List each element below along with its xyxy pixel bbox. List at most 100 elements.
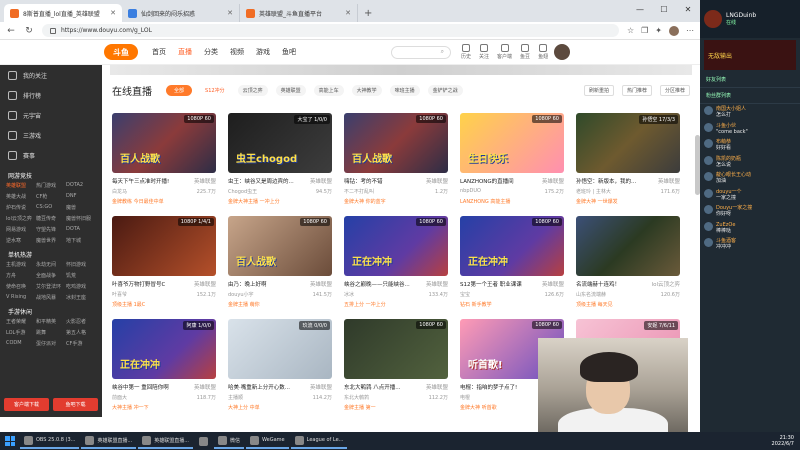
sidebar-item-follow[interactable]: 我的关注 xyxy=(0,65,102,85)
nav-yuba[interactable]: 鱼吧 xyxy=(282,47,296,57)
sidebar-category-link[interactable]: 永劫无间 xyxy=(36,261,66,268)
close-tab-icon[interactable]: ✕ xyxy=(110,9,116,17)
streamer-name[interactable]: 老班玲 | 主林大 xyxy=(576,188,611,195)
sidebar-category-link[interactable]: DOTA xyxy=(66,226,96,233)
chat-message[interactable]: 斗鱼酒客 冲冲冲 xyxy=(700,236,800,253)
sidebar-category-link[interactable]: CS:GO xyxy=(36,204,66,211)
sidebar-category-link[interactable]: 逆水寒 xyxy=(6,237,36,244)
filter-chip[interactable]: 大神教学 xyxy=(351,84,382,96)
sidebar-category-link[interactable]: 吃鸡游戏 xyxy=(66,283,96,290)
stream-title[interactable]: 每天下午三点准时开播! xyxy=(112,177,169,185)
sidebar-category-link[interactable]: 怀旧游戏 xyxy=(66,261,96,268)
chat-message[interactable]: 陈凯的奶瓶 怎么说 xyxy=(700,154,800,171)
taskbar-app[interactable]: 微信 xyxy=(214,433,245,449)
stream-title[interactable]: S12第一个王者 职业课课 xyxy=(460,280,522,288)
sidebar-category-link[interactable]: lol云顶之弈 xyxy=(6,215,36,222)
streamer-name[interactable]: 不二不打乱叫 xyxy=(344,188,374,195)
sidebar-category-link[interactable]: 蛋仔派对 xyxy=(36,340,66,347)
sidebar-category-link[interactable]: CF手游 xyxy=(66,340,96,347)
stream-card[interactable]: 虫王chogod 大宝了 1/0/0 虫王：峡谷又是周边宾的... 英雄联盟 Chogo… xyxy=(228,113,332,216)
streamer-name[interactable]: 白龙马 xyxy=(112,188,127,195)
stream-card[interactable]: 正在冲冲 阿康 1/0/0 峡谷中第一 重回陪你啊 英雄联盟 前面大 118.7万 大神主播… xyxy=(112,319,216,422)
streamer-name[interactable]: Chogod虫王 xyxy=(228,188,257,195)
new-tab-button[interactable]: + xyxy=(358,4,378,22)
filter-chip[interactable]: S12冲分 xyxy=(200,85,230,96)
sidebar-category-link[interactable]: 网易游戏 xyxy=(6,226,36,233)
stream-card[interactable]: 生日快乐 1080P 60 LANZHONG的直播间 英雄联盟 nbpDUO 175.2万… xyxy=(460,113,564,216)
search-input[interactable]: ⌕ xyxy=(391,45,451,59)
sidebar-category-link[interactable]: LOL手游 xyxy=(6,329,36,336)
stream-thumbnail[interactable]: 百人战歌 1080P 60 xyxy=(112,113,216,173)
sidebar-category-link[interactable]: 糖豆传奇 xyxy=(36,215,66,222)
sidebar-category-link[interactable]: CODM xyxy=(6,340,36,347)
stream-card[interactable]: 百人战歌 1080P 60 嗨钻：考的不错 英雄联盟 不二不打乱叫 1.2万 金牌大神 你的… xyxy=(344,113,448,216)
zone-recommend-button[interactable]: 分区推荐 xyxy=(659,84,690,96)
sidebar-category-link[interactable]: 方舟 xyxy=(6,272,36,279)
sidebar-category-link[interactable]: 全面战争 xyxy=(36,272,66,279)
sidebar-category-link[interactable]: 使命召唤 xyxy=(6,283,36,290)
taskbar-app[interactable]: League of Le... xyxy=(290,433,348,449)
sidebar-category-link[interactable]: 跳舞 xyxy=(36,329,66,336)
streamer-name[interactable]: 前面大 xyxy=(112,394,127,401)
nav-home[interactable]: 首页 xyxy=(152,47,166,57)
streamer-name[interactable]: 山东名流端赫 xyxy=(576,291,606,298)
stream-title[interactable]: 由乃：晚上好啊 xyxy=(228,280,267,288)
stream-category[interactable]: lol云顶之弈 xyxy=(652,280,680,288)
stream-card[interactable]: 孙悟空 17/3/3 孙悟空：新版本，我的... 英雄联盟 老班玲 | 主林大 171.… xyxy=(576,113,680,216)
chat-message[interactable]: 斗鱼小伙 "come back" xyxy=(700,121,800,138)
stream-card[interactable]: 百人战歌 1080P 60 由乃：晚上好啊 英雄联盟 douyu小宇 141.5万 金牌主播… xyxy=(228,216,332,319)
sidebar-category-link[interactable]: 守望先锋 xyxy=(36,226,66,233)
chat-message[interactable]: 南国大小姐人 怎么打 xyxy=(700,104,800,121)
sidebar-category-link[interactable]: 艾尔登法环 xyxy=(36,283,66,290)
minimize-icon[interactable]: — xyxy=(628,0,652,18)
stream-thumbnail[interactable]: 百人战歌 1080P 60 xyxy=(228,216,332,276)
url-field[interactable]: https://www.douyu.com/g_LOL xyxy=(42,24,619,37)
sidebar-category-link[interactable]: CF枪 xyxy=(36,193,66,200)
stream-category[interactable]: 英雄联盟 xyxy=(542,177,564,185)
streamer-name[interactable]: douyu小宇 xyxy=(228,291,254,298)
history-button[interactable]: 历史 xyxy=(461,44,471,60)
search-icon[interactable]: ⌕ xyxy=(441,48,444,56)
close-window-icon[interactable]: ✕ xyxy=(676,0,700,18)
stream-category[interactable]: 英雄联盟 xyxy=(310,177,332,185)
sidebar-category-link[interactable]: DNF xyxy=(66,193,96,200)
chat-message[interactable]: Douyu一家之撞 你好呀 xyxy=(700,203,800,220)
star-icon[interactable]: ☆ xyxy=(627,26,634,36)
stream-title[interactable]: 电棍：指咱的梦子点了! xyxy=(460,383,517,391)
taskbar-app[interactable]: WeGame xyxy=(246,433,289,449)
streamer-name[interactable]: nbpDUO xyxy=(460,188,481,195)
sidebar-category-link[interactable]: 魔兽 xyxy=(66,204,96,211)
sidebar-category-link[interactable]: 地下城 xyxy=(66,237,96,244)
sidebar-category-link[interactable]: 主机游戏 xyxy=(6,261,36,268)
douyu-logo[interactable]: 斗鱼 xyxy=(104,44,138,60)
sidebar-category-link[interactable]: 和平精英 xyxy=(36,318,66,325)
profile-avatar[interactable] xyxy=(669,25,679,36)
chat-message[interactable]: 布萌恭 好好看 xyxy=(700,137,800,154)
sidebar-category-link[interactable]: 火影忍者 xyxy=(66,318,96,325)
stream-thumbnail[interactable]: 虫王chogod 大宝了 1/0/0 xyxy=(228,113,332,173)
maximize-icon[interactable]: ☐ xyxy=(652,0,676,18)
client-button[interactable]: 客户端 xyxy=(497,44,512,60)
chat-banner[interactable]: 无敌输出 xyxy=(704,40,796,70)
refresh-sort-button[interactable]: 刷新重拍 xyxy=(583,84,614,96)
system-clock[interactable]: 21:30 2022/6/7 xyxy=(772,435,800,447)
filter-chip[interactable]: 高能上车 xyxy=(313,84,344,96)
taskbar-app[interactable]: 英雄联盟直播... xyxy=(138,433,193,449)
stream-thumbnail[interactable]: 1080P 60 xyxy=(344,319,448,379)
filter-chip[interactable]: 英雄联盟 xyxy=(275,84,306,96)
stream-category[interactable]: 英雄联盟 xyxy=(658,177,680,185)
sidebar-category-link[interactable]: 冰封王座 xyxy=(66,294,96,301)
stream-category[interactable]: 英雄联盟 xyxy=(194,383,216,391)
stream-thumbnail[interactable] xyxy=(576,216,680,276)
nav-live[interactable]: 直播 xyxy=(178,47,192,57)
stream-category[interactable]: 英雄联盟 xyxy=(542,280,564,288)
stream-category[interactable]: 英雄联盟 xyxy=(426,177,448,185)
more-icon[interactable]: ⋯ xyxy=(686,26,694,36)
streamer-name[interactable]: 叶喜爷 xyxy=(112,291,127,298)
stream-title[interactable]: 嗨钻：考的不错 xyxy=(344,177,383,185)
stream-card[interactable]: 正在冲冲 1080P 60 峡谷之巅晚——只能峡谷... 英雄联盟 冰冰 133.4万 五排… xyxy=(344,216,448,319)
stream-title[interactable]: 孙悟空：新版本，我的... xyxy=(576,177,636,185)
streamer-name[interactable]: 宝宝 xyxy=(460,291,470,298)
taskbar-app[interactable]: OBS 25.0.8 (3... xyxy=(20,433,80,449)
filter-chip[interactable]: 味班主播 xyxy=(389,84,420,96)
